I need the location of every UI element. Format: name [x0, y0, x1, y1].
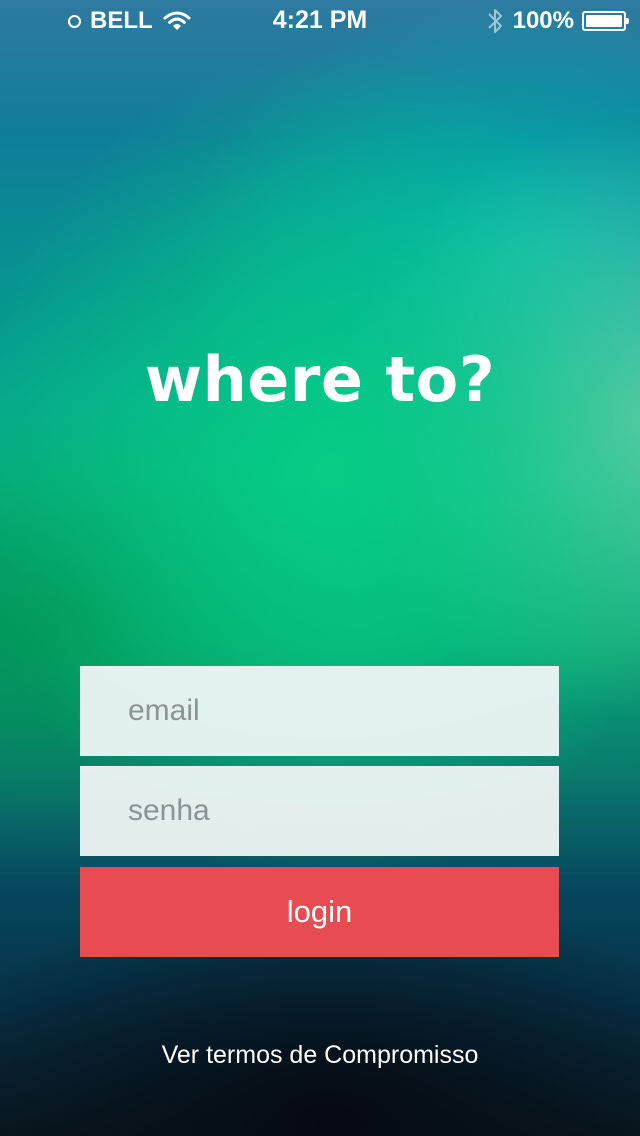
bluetooth-icon	[487, 7, 503, 35]
email-field[interactable]	[80, 666, 559, 756]
status-bar: BELL 4:21 PM 100%	[0, 0, 640, 40]
battery-tip	[626, 18, 629, 24]
battery-percent: 100%	[512, 7, 574, 34]
headline: where to?	[144, 343, 496, 416]
status-right: 100%	[487, 7, 629, 35]
email-field-container	[80, 666, 559, 756]
battery-icon	[582, 11, 629, 31]
password-field-container	[80, 766, 559, 856]
login-screen: BELL 4:21 PM 100% where to? email login …	[0, 0, 640, 1136]
password-field[interactable]	[80, 766, 559, 856]
battery-fill	[586, 15, 622, 27]
terms-link[interactable]: Ver termos de Compromisso	[0, 1041, 640, 1070]
login-button[interactable]: login	[80, 867, 559, 957]
